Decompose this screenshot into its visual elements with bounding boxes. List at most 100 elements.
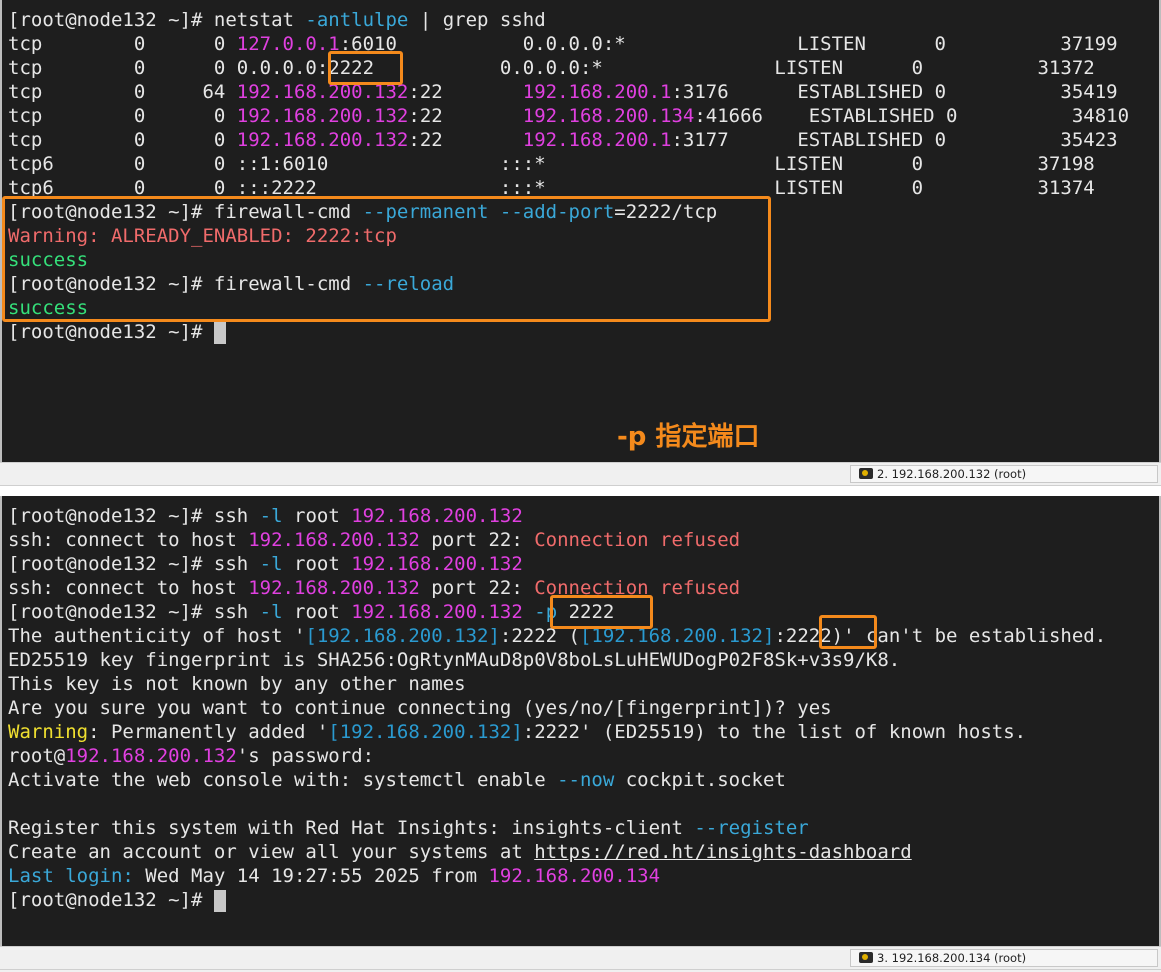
terminal-text: 192.168.200.132 bbox=[236, 105, 409, 127]
terminal-link[interactable]: https://red.ht/insights-dashboard bbox=[534, 841, 912, 863]
session-label-top: 2. 192.168.200.132 (root) bbox=[877, 467, 1027, 481]
terminal-text: --register bbox=[694, 817, 809, 839]
terminal-pane-top[interactable]: [root@node132 ~]# netstat -antlulpe | gr… bbox=[0, 0, 1161, 462]
terminal-text: Activate the web console with: systemctl… bbox=[8, 769, 558, 791]
terminal-text: 's password: bbox=[236, 745, 375, 767]
terminal-text: -l bbox=[259, 553, 283, 575]
highlight-port-2222-host bbox=[819, 615, 877, 649]
session-tab-top[interactable]: 2. 192.168.200.132 (root) bbox=[850, 465, 1158, 483]
terminal-text: tcp 0 0 bbox=[8, 129, 237, 151]
terminal-line: Warning: Permanently added '[192.168.200… bbox=[8, 720, 1106, 744]
terminal-text: Register this system with Red Hat Insigh… bbox=[8, 817, 695, 839]
terminal-text: : Permanently added ' bbox=[88, 721, 329, 743]
terminal-line: ssh: connect to host 192.168.200.132 por… bbox=[8, 528, 1106, 552]
terminal-line: tcp 0 0 192.168.200.132:22 192.168.200.1… bbox=[8, 104, 1129, 128]
terminal-text: This key is not known by any other names bbox=[8, 673, 466, 695]
terminal-text: root bbox=[282, 553, 352, 575]
terminal-text: 192.168.200.134 bbox=[488, 865, 661, 887]
terminal-text: 192.168.200.132 bbox=[351, 601, 523, 623]
terminal-text: [root@node132 ~]# bbox=[8, 889, 214, 911]
terminal-text: Last login: bbox=[8, 865, 134, 887]
cursor bbox=[213, 889, 226, 912]
terminal-text: 192.168.200.132 bbox=[65, 745, 237, 767]
terminal-text: root bbox=[282, 601, 352, 623]
terminal-text: :41666 ESTABLISHED 0 34810 bbox=[694, 105, 1130, 127]
terminal-line: tcp 0 0 127.0.0.1:6010 0.0.0.0:* LISTEN … bbox=[8, 32, 1129, 56]
terminal-text: -antlulpe bbox=[305, 9, 409, 31]
terminal-line: tcp6 0 0 ::1:6010 :::* LISTEN 0 37198 bbox=[8, 152, 1129, 176]
terminal-line: root@192.168.200.132's password: bbox=[8, 744, 1106, 768]
terminal-text: :22 bbox=[408, 129, 523, 151]
terminal-text: [root@node132 ~]# bbox=[8, 321, 214, 343]
terminal-line: Last login: Wed May 14 19:27:55 2025 fro… bbox=[8, 864, 1106, 888]
terminal-text: ssh: connect to host bbox=[8, 529, 249, 551]
terminal-text: tcp6 0 0 ::1:6010 :::* LISTEN 0 37198 bbox=[8, 153, 1095, 175]
terminal-line: Register this system with Red Hat Insigh… bbox=[8, 816, 1106, 840]
terminal-text: 192.168.200.132 bbox=[248, 577, 420, 599]
terminal-text: :22 bbox=[408, 105, 523, 127]
terminal-line: tcp 0 0 0.0.0.0:2222 0.0.0.0:* LISTEN 0 … bbox=[8, 56, 1129, 80]
terminal-text: 192.168.200.132 bbox=[351, 553, 523, 575]
terminal-line: Activate the web console with: systemctl… bbox=[8, 768, 1106, 792]
terminal-line: [root@node132 ~]# bbox=[8, 320, 1129, 344]
terminal-text: 192.168.200.134 bbox=[522, 105, 695, 127]
terminal-text: 192.168.200.132 bbox=[351, 505, 523, 527]
terminal-text: port 22: bbox=[419, 529, 535, 551]
key-icon bbox=[859, 468, 873, 479]
terminal-line: [root@node132 ~]# bbox=[8, 888, 1106, 912]
terminal-text: [192.168.200.132] bbox=[328, 721, 523, 743]
terminal-text: tcp 0 0 bbox=[8, 105, 237, 127]
key-icon bbox=[859, 952, 873, 963]
terminal-text: [192.168.200.132] bbox=[305, 625, 500, 647]
terminal-text: 127.0.0.1 bbox=[236, 33, 340, 55]
terminal-line: This key is not known by any other names bbox=[8, 672, 1106, 696]
terminal-line: ED25519 key fingerprint is SHA256:OgRtyn… bbox=[8, 648, 1106, 672]
terminal-text: :6010 0.0.0.0:* LISTEN 0 37199 bbox=[339, 33, 1118, 55]
terminal-text: | grep sshd bbox=[408, 9, 546, 31]
terminal-text: Are you sure you want to continue connec… bbox=[8, 697, 832, 719]
terminal-text: [root@node132 ~]# netstat bbox=[8, 9, 306, 31]
terminal-line: [root@node132 ~]# ssh -l root 192.168.20… bbox=[8, 504, 1106, 528]
terminal-line: tcp 0 64 192.168.200.132:22 192.168.200.… bbox=[8, 80, 1129, 104]
terminal-text: -l bbox=[259, 505, 283, 527]
terminal-text: [root@node132 ~]# ssh bbox=[8, 505, 260, 527]
terminal-text: [root@node132 ~]# ssh bbox=[8, 601, 260, 623]
terminal-text: 192.168.200.1 bbox=[522, 129, 672, 151]
terminal-text: :22 bbox=[408, 81, 523, 103]
terminal-text: port 22: bbox=[419, 577, 535, 599]
terminal-pane-bottom[interactable]: [root@node132 ~]# ssh -l root 192.168.20… bbox=[0, 496, 1161, 946]
terminal-text: Connection refused bbox=[534, 529, 741, 551]
terminal-text: Warning bbox=[8, 721, 89, 743]
terminal-line: Are you sure you want to continue connec… bbox=[8, 696, 1106, 720]
cursor bbox=[213, 321, 226, 344]
terminal-text: ED25519 key fingerprint is SHA256:OgRtyn… bbox=[8, 649, 901, 671]
terminal-text: ssh: connect to host bbox=[8, 577, 249, 599]
terminal-text: tcp 0 0 bbox=[8, 33, 237, 55]
terminal-text: Wed May 14 19:27:55 2025 from bbox=[133, 865, 489, 887]
terminal-text: 192.168.200.132 bbox=[236, 129, 409, 151]
terminal-text: 192.168.200.132 bbox=[248, 529, 420, 551]
terminal-text: --now bbox=[557, 769, 615, 791]
terminal-output-bottom: [root@node132 ~]# ssh -l root 192.168.20… bbox=[8, 504, 1106, 912]
terminal-text: tcp 0 0 0.0.0.0:2222 0.0.0.0:* LISTEN 0 … bbox=[8, 57, 1095, 79]
pane-separator bbox=[0, 486, 1161, 496]
highlight-firewall-commands bbox=[2, 196, 771, 322]
terminal-text: root bbox=[282, 505, 352, 527]
terminal-text: tcp 0 64 bbox=[8, 81, 237, 103]
terminal-text: cockpit.socket bbox=[614, 769, 786, 791]
terminal-text: :3177 ESTABLISHED 0 35423 bbox=[671, 129, 1118, 151]
terminal-text: :2222' (ED25519) to the list of known ho… bbox=[522, 721, 1027, 743]
session-tab-bottom[interactable]: 3. 192.168.200.134 (root) bbox=[850, 949, 1158, 967]
terminal-text: :3176 ESTABLISHED 0 35419 bbox=[671, 81, 1118, 103]
terminal-text: Create an account or view all your syste… bbox=[8, 841, 535, 863]
session-label-bottom: 3. 192.168.200.134 (root) bbox=[877, 951, 1027, 965]
terminal-line: [root@node132 ~]# netstat -antlulpe | gr… bbox=[8, 8, 1129, 32]
terminal-text: -l bbox=[259, 601, 283, 623]
terminal-text: 192.168.200.1 bbox=[522, 81, 672, 103]
status-bar-top: 2. 192.168.200.132 (root) bbox=[0, 462, 1161, 486]
terminal-text: root@ bbox=[8, 745, 66, 767]
highlight-port-2222-listen bbox=[328, 51, 403, 85]
terminal-text: The authenticity of host ' bbox=[8, 625, 306, 647]
